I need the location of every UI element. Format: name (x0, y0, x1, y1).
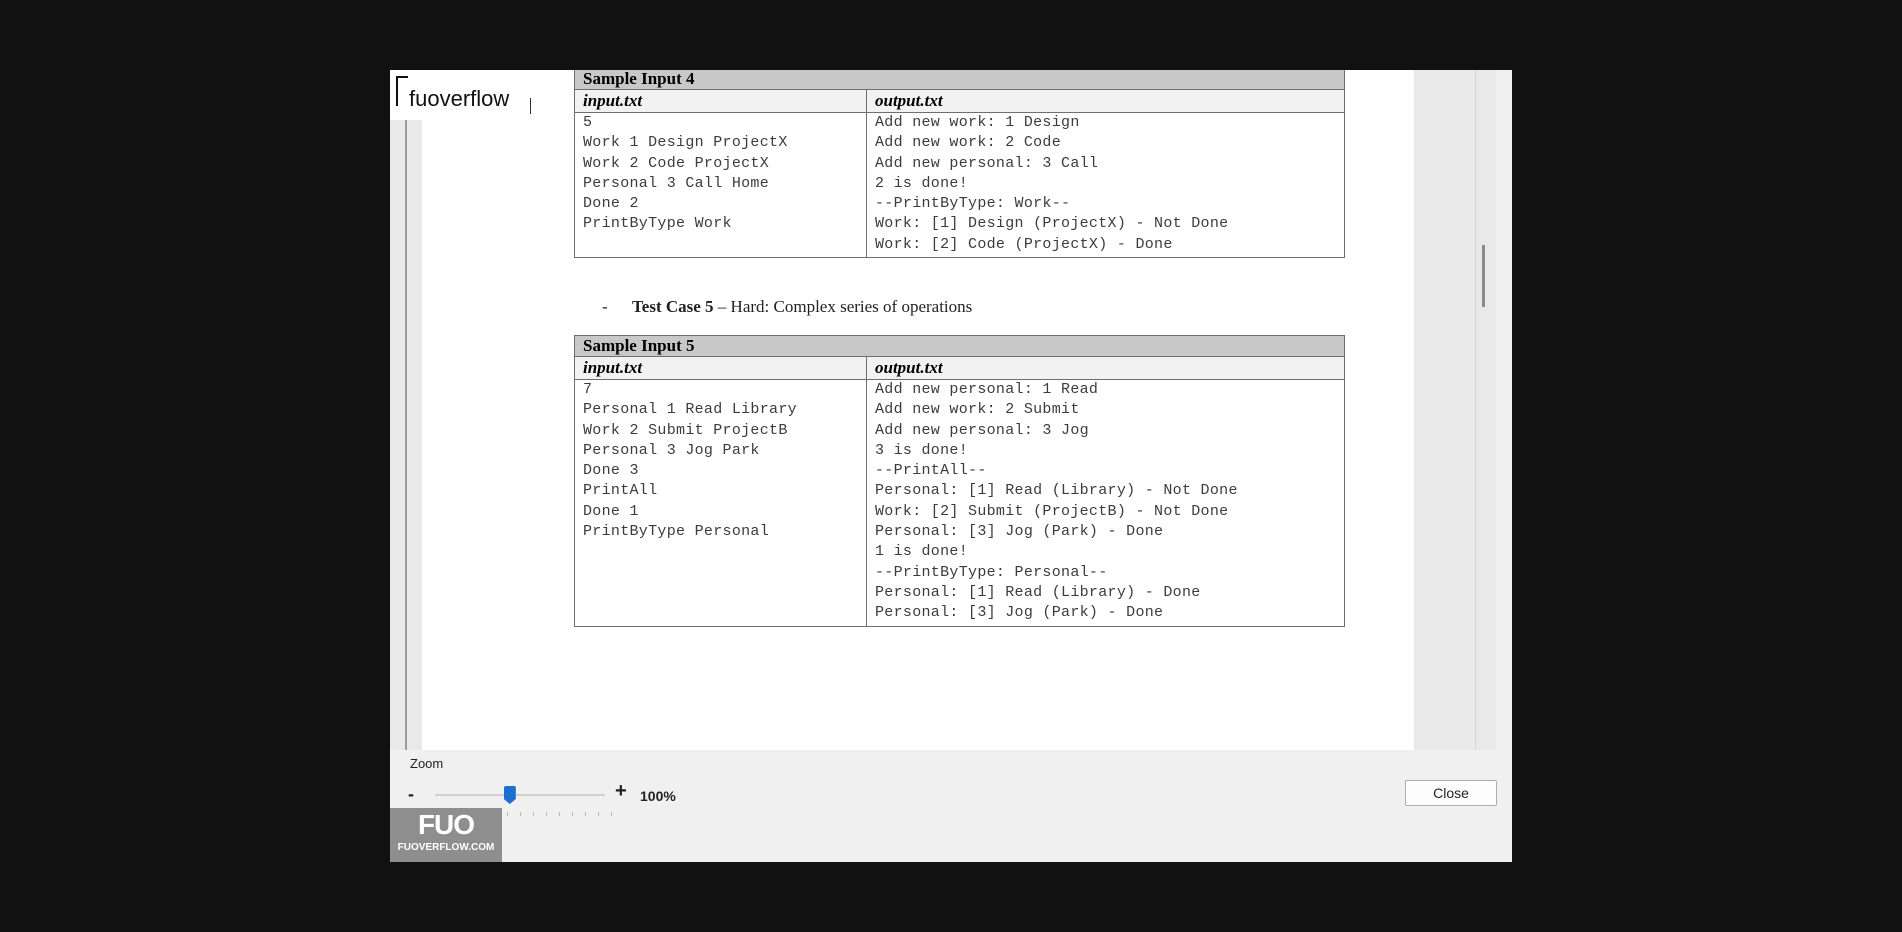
zoom-tick (520, 812, 521, 816)
watermark-site: FUOVERFLOW.COM (397, 842, 495, 853)
close-button[interactable]: Close (1405, 780, 1497, 806)
test-case-5-heading: - Test Case 5 – Hard: Complex series of o… (602, 297, 972, 317)
zoom-tick (598, 812, 599, 816)
document-viewport[interactable]: Sample Input 4 input.txt output.txt 5 Wo… (390, 70, 1496, 750)
sample-input-5-table: Sample Input 5 input.txt output.txt 7 Pe… (574, 335, 1345, 627)
bullet-dash: - (602, 297, 608, 316)
document-viewer-dialog: Sample Input 4 input.txt output.txt 5 Wo… (390, 70, 1512, 862)
zoom-value: 100% (640, 788, 676, 804)
zoom-out-button[interactable]: - (408, 784, 414, 805)
output-content: Add new work: 1 Design Add new work: 2 C… (866, 111, 1345, 259)
input-content: 5 Work 1 Design ProjectX Work 2 Code Pro… (574, 111, 867, 259)
zoom-tick (546, 812, 547, 816)
input-content: 7 Personal 1 Read Library Work 2 Submit … (574, 379, 867, 627)
sample-input-4-table: Sample Input 4 input.txt output.txt 5 Wo… (574, 70, 1345, 259)
zoom-tick (559, 812, 560, 816)
document-page: Sample Input 4 input.txt output.txt 5 Wo… (422, 70, 1414, 750)
output-column-header: output.txt (866, 89, 1345, 113)
logo-bracket-icon (396, 76, 408, 106)
watermark-logo: FUO (417, 809, 475, 840)
zoom-slider-track[interactable] (435, 794, 605, 796)
test-case-title: Test Case 5 (632, 297, 714, 316)
zoom-in-button[interactable]: + (615, 780, 627, 803)
output-content: Add new personal: 1 Read Add new work: 2… (866, 379, 1345, 627)
zoom-tick (585, 812, 586, 816)
test-case-description: – Hard: Complex series of operations (713, 297, 973, 316)
sample-input-5-title: Sample Input 5 (574, 335, 1345, 357)
input-column-header: input.txt (574, 356, 867, 380)
sample-input-4-title: Sample Input 4 (574, 70, 1345, 90)
logo-text: fuoverflow (409, 86, 510, 111)
text-cursor-icon (530, 98, 531, 114)
output-column-header: output.txt (866, 356, 1345, 380)
input-column-header: input.txt (574, 89, 867, 113)
page-right-edge (1475, 70, 1476, 750)
zoom-tick (572, 812, 573, 816)
viewport-left-border (405, 70, 407, 750)
fuoverflow-logo: fuoverflow (390, 70, 528, 120)
zoom-tick (507, 812, 508, 816)
vertical-scrollbar-thumb[interactable] (1482, 245, 1485, 307)
fuoverflow-watermark: FUO FUOVERFLOW.COM (390, 808, 502, 862)
zoom-tick (533, 812, 534, 816)
zoom-slider-thumb[interactable] (503, 786, 516, 804)
zoom-tick (611, 812, 612, 816)
zoom-label: Zoom (410, 756, 444, 771)
